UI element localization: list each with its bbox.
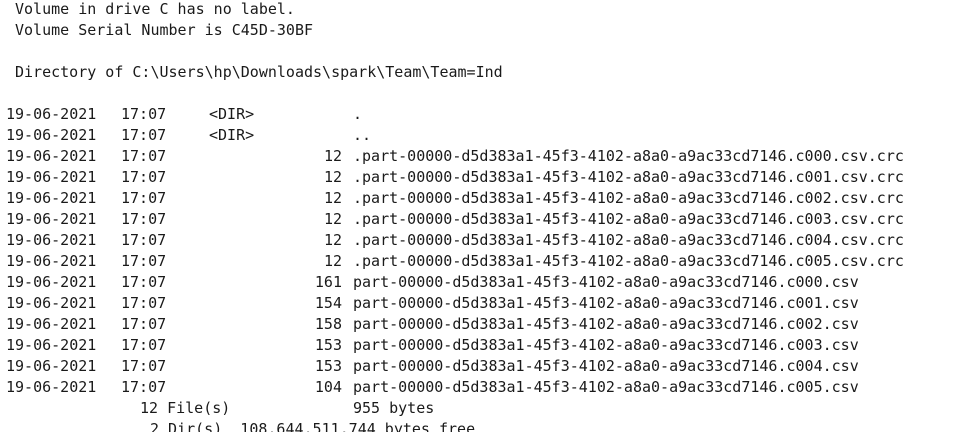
listing-row: 19-06-2021 17:07 <DIR>. <box>0 104 958 125</box>
entry-time: 17:07 <box>121 126 167 144</box>
entry-size: 153 <box>314 336 342 354</box>
entry-size-cell: 153 <box>260 356 342 377</box>
entry-size-cell <box>260 104 342 125</box>
entry-size-cell: 12 <box>260 188 342 209</box>
listing-row: 19-06-2021 17:07 <DIR>.. <box>0 125 958 146</box>
entry-size: 161 <box>314 273 342 291</box>
entry-size-cell: 161 <box>260 272 342 293</box>
entry-name: .. <box>353 126 372 144</box>
entry-size: 154 <box>314 294 342 312</box>
files-count: 12 File(s) <box>140 399 231 417</box>
entry-time: 17:07 <box>121 294 167 312</box>
entry-size-cell: 12 <box>260 167 342 188</box>
entry-name: .part-00000-d5d383a1-45f3-4102-a8a0-a9ac… <box>353 210 904 228</box>
entry-time: 17:07 <box>121 147 167 165</box>
files-bytes: 955 bytes <box>353 399 435 417</box>
entry-size-cell: 153 <box>260 335 342 356</box>
entry-size-cell: 12 <box>260 251 342 272</box>
entry-name: .part-00000-d5d383a1-45f3-4102-a8a0-a9ac… <box>353 147 904 165</box>
entry-date: 19-06-2021 <box>6 273 97 291</box>
entry-time: 17:07 <box>121 168 167 186</box>
entry-name: part-00000-d5d383a1-45f3-4102-a8a0-a9ac3… <box>353 315 859 333</box>
summary-files-line: 12 File(s) 955 bytes <box>0 398 958 419</box>
entry-time: 17:07 <box>121 315 167 333</box>
entry-time: 17:07 <box>121 210 167 228</box>
entry-size: 12 <box>323 252 342 270</box>
entry-date: 19-06-2021 <box>6 231 97 249</box>
entry-size-cell: 154 <box>260 293 342 314</box>
entry-time: 17:07 <box>121 336 167 354</box>
entry-time: 17:07 <box>121 357 167 375</box>
listing-row: 19-06-2021 17:07 12 .part-00000-d5d383a1-45… <box>0 146 958 167</box>
entry-size: 12 <box>323 189 342 207</box>
entry-date: 19-06-2021 <box>6 147 97 165</box>
entry-name: .part-00000-d5d383a1-45f3-4102-a8a0-a9ac… <box>353 168 904 186</box>
entry-time: 17:07 <box>121 189 167 207</box>
entry-date: 19-06-2021 <box>6 126 97 144</box>
entry-time: 17:07 <box>121 252 167 270</box>
entry-size: 104 <box>314 378 342 396</box>
entry-size: 153 <box>314 357 342 375</box>
volume-serial-line: Volume Serial Number is C45D-30BF <box>15 21 314 39</box>
entry-date: 19-06-2021 <box>6 168 97 186</box>
listing-row: 19-06-2021 17:07 12 .part-00000-d5d383a1-45… <box>0 209 958 230</box>
entry-dir-marker: <DIR> <box>209 126 255 144</box>
listing-row: 19-06-2021 17:07 12 .part-00000-d5d383a1-45… <box>0 188 958 209</box>
entry-date: 19-06-2021 <box>6 378 97 396</box>
entry-date: 19-06-2021 <box>6 357 97 375</box>
listing-row: 19-06-2021 17:07 161 part-00000-d5d383a1-45… <box>0 272 958 293</box>
entry-time: 17:07 <box>121 378 167 396</box>
listing-row: 19-06-2021 17:07 12 .part-00000-d5d383a1-45… <box>0 167 958 188</box>
entry-date: 19-06-2021 <box>6 189 97 207</box>
entry-date: 19-06-2021 <box>6 105 97 123</box>
entry-name: .part-00000-d5d383a1-45f3-4102-a8a0-a9ac… <box>353 252 904 270</box>
entry-date: 19-06-2021 <box>6 294 97 312</box>
entry-size: 158 <box>314 315 342 333</box>
listing-row: 19-06-2021 17:07 158 part-00000-d5d383a1-45… <box>0 314 958 335</box>
entry-size-cell: 12 <box>260 146 342 167</box>
listing-row: 19-06-2021 17:07 104 part-00000-d5d383a1-45… <box>0 377 958 398</box>
entry-name: part-00000-d5d383a1-45f3-4102-a8a0-a9ac3… <box>353 378 859 396</box>
entry-size: 12 <box>323 168 342 186</box>
entry-name: part-00000-d5d383a1-45f3-4102-a8a0-a9ac3… <box>353 294 859 312</box>
entry-name: part-00000-d5d383a1-45f3-4102-a8a0-a9ac3… <box>353 273 859 291</box>
directory-path-line: Directory of C:\Users\hp\Downloads\spark… <box>15 63 503 81</box>
entry-name: .part-00000-d5d383a1-45f3-4102-a8a0-a9ac… <box>353 231 904 249</box>
entry-name: . <box>353 105 363 123</box>
listing-row: 19-06-2021 17:07 12 .part-00000-d5d383a1-45… <box>0 251 958 272</box>
entry-time: 17:07 <box>121 273 167 291</box>
entry-name: part-00000-d5d383a1-45f3-4102-a8a0-a9ac3… <box>353 336 859 354</box>
listing-row: 19-06-2021 17:07 153 part-00000-d5d383a1-45… <box>0 335 958 356</box>
entry-date: 19-06-2021 <box>6 315 97 333</box>
entry-size-cell: 12 <box>260 230 342 251</box>
entry-size-cell <box>260 125 342 146</box>
entry-size-cell: 12 <box>260 209 342 230</box>
entry-date: 19-06-2021 <box>6 252 97 270</box>
entry-date: 19-06-2021 <box>6 336 97 354</box>
entry-name: .part-00000-d5d383a1-45f3-4102-a8a0-a9ac… <box>353 189 904 207</box>
entry-time: 17:07 <box>121 105 167 123</box>
entry-dir-marker: <DIR> <box>209 105 255 123</box>
terminal-output: Volume in drive C has no label. Volume S… <box>0 0 958 432</box>
listing-row: 19-06-2021 17:07 153 part-00000-d5d383a1-45… <box>0 356 958 377</box>
entry-time: 17:07 <box>121 231 167 249</box>
listing-row: 19-06-2021 17:07 154 part-00000-d5d383a1-45… <box>0 293 958 314</box>
entry-size: 12 <box>323 231 342 249</box>
entry-name: part-00000-d5d383a1-45f3-4102-a8a0-a9ac3… <box>353 357 859 375</box>
listing-row: 19-06-2021 17:07 12 .part-00000-d5d383a1-45… <box>0 230 958 251</box>
entry-size-cell: 104 <box>260 377 342 398</box>
volume-label-line: Volume in drive C has no label. <box>15 0 295 18</box>
entry-size: 12 <box>323 147 342 165</box>
entry-size: 12 <box>323 210 342 228</box>
entry-size-cell: 158 <box>260 314 342 335</box>
entry-date: 19-06-2021 <box>6 210 97 228</box>
summary-dirs-line: 2 Dir(s) 108,644,511,744 bytes free <box>150 420 476 432</box>
